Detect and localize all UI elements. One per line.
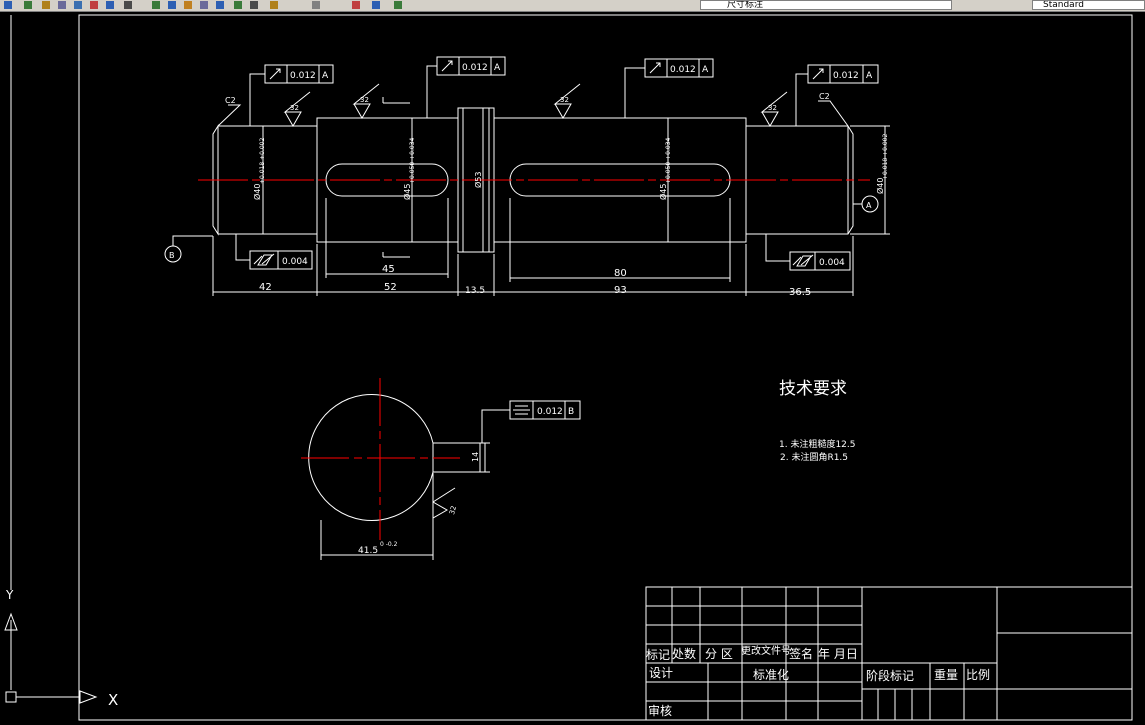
standard-toolbar: 尺寸标注 Standard bbox=[0, 0, 1145, 12]
dim-length: 42 bbox=[259, 282, 272, 293]
tolerance-datum: A bbox=[494, 63, 501, 73]
dim-length: 13.5 bbox=[465, 286, 485, 296]
dim-diameter: Ø40 bbox=[252, 184, 262, 200]
tolerance-value: 0.004 bbox=[819, 258, 845, 268]
dim-diameter: Ø53 bbox=[473, 172, 483, 188]
roughness-value: 32 bbox=[290, 104, 299, 112]
calculator-icon[interactable] bbox=[268, 0, 280, 10]
save-icon[interactable] bbox=[22, 0, 34, 10]
tolerance-frames bbox=[249, 56, 879, 420]
tb-header: 分 区 bbox=[705, 647, 733, 661]
roughness-value: 32 bbox=[360, 96, 369, 104]
tolerance-value: 0.012 bbox=[290, 71, 316, 81]
drawing-border bbox=[78, 14, 1133, 721]
tb-standardize: 标准化 bbox=[753, 668, 789, 682]
ucs-y-label: Y bbox=[5, 588, 14, 602]
sheet-set-icon[interactable] bbox=[232, 0, 244, 10]
dim-length: 52 bbox=[384, 282, 397, 293]
properties-icon[interactable] bbox=[182, 0, 194, 10]
tb-stage-mark: 阶段标记 bbox=[866, 668, 914, 683]
tool-palette-icon[interactable] bbox=[214, 0, 226, 10]
datum-label-a: A bbox=[866, 201, 872, 210]
tolerance-value: 0.004 bbox=[282, 257, 308, 267]
dim-length: 36.5 bbox=[789, 287, 811, 298]
tb-header: 标记 bbox=[646, 648, 670, 662]
tolerance-value: 0.012 bbox=[833, 71, 859, 81]
zoom-realtime-icon[interactable] bbox=[122, 0, 134, 10]
dim-section-tol: 0 -0.2 bbox=[380, 541, 398, 548]
dim-diameter: Ø45 bbox=[658, 184, 668, 200]
tb-review: 审核 bbox=[648, 703, 672, 718]
tb-header: 处数 bbox=[672, 646, 696, 661]
drawing-text: C2 C2 32 32 32 32 32 0.012 A 0.012 A 0.0… bbox=[5, 63, 990, 718]
ucs-x-label: X bbox=[108, 691, 118, 709]
tolerance-value: 0.012 bbox=[537, 407, 563, 417]
ucs-icon bbox=[4, 612, 98, 704]
dim-key-width: 14 bbox=[471, 452, 480, 462]
tb-header: 年 月日 bbox=[818, 647, 858, 661]
dimension-lines bbox=[212, 108, 890, 560]
tolerance-datum: A bbox=[866, 71, 873, 81]
tolerance-datum: A bbox=[322, 71, 329, 81]
dim-section-depth: 41.5 bbox=[358, 546, 378, 556]
paste-icon[interactable] bbox=[72, 0, 84, 10]
drawing-canvas[interactable]: C2 C2 32 32 32 32 32 0.012 A 0.012 A 0.0… bbox=[0, 12, 1145, 725]
chamfer-label-left: C2 bbox=[225, 96, 236, 105]
undo-icon[interactable] bbox=[2, 0, 14, 10]
datum-label-b: B bbox=[169, 251, 175, 260]
layer-manager-icon[interactable] bbox=[350, 0, 362, 10]
chamfer-label-right: C2 bbox=[819, 92, 830, 101]
tb-weight: 重量 bbox=[934, 668, 958, 682]
tech-req-item: 1. 未注粗糙度12.5 bbox=[779, 438, 856, 450]
view-arrows bbox=[382, 97, 410, 258]
tolerance-value: 0.012 bbox=[670, 65, 696, 75]
tech-req-title: 技术要求 bbox=[779, 379, 847, 399]
text-style-dropdown[interactable]: Standard bbox=[1032, 0, 1145, 10]
pan-icon[interactable] bbox=[104, 0, 116, 10]
dim-tolerance: +0.050 +0.034 bbox=[665, 138, 672, 184]
dim-length: 45 bbox=[382, 264, 395, 275]
match-properties-icon[interactable] bbox=[88, 0, 100, 10]
tech-req-item: 2. 未注圆角R1.5 bbox=[780, 451, 848, 463]
tolerance-datum: A bbox=[702, 65, 709, 75]
dim-diameter: Ø45 bbox=[402, 184, 412, 200]
design-center-icon[interactable] bbox=[198, 0, 210, 10]
drawing-lines bbox=[4, 14, 1133, 721]
tolerance-value: 0.012 bbox=[462, 63, 488, 73]
layer-dropdown[interactable]: 尺寸标注 bbox=[700, 0, 952, 10]
roughness-value: 32 bbox=[560, 96, 569, 104]
layer-state-icon[interactable] bbox=[370, 0, 382, 10]
cut-icon[interactable] bbox=[40, 0, 52, 10]
dim-length: 93 bbox=[614, 285, 627, 296]
roughness-value: 32 bbox=[768, 104, 777, 112]
tb-header: 更改文件号 bbox=[741, 644, 791, 657]
layer-dropdown-value: 尺寸标注 bbox=[727, 0, 764, 10]
tolerance-datum: B bbox=[568, 407, 574, 417]
tb-header: 签名 bbox=[789, 646, 813, 661]
zoom-previous-icon[interactable] bbox=[166, 0, 178, 10]
copy-icon[interactable] bbox=[56, 0, 68, 10]
roughness-value: 32 bbox=[448, 505, 458, 516]
zoom-window-icon[interactable] bbox=[150, 0, 162, 10]
roughness-symbols bbox=[283, 83, 788, 519]
layer-previous-icon[interactable] bbox=[392, 0, 404, 10]
tb-design: 设计 bbox=[649, 666, 673, 680]
markup-icon[interactable] bbox=[248, 0, 260, 10]
help-icon[interactable] bbox=[310, 0, 322, 10]
tb-scale: 比例 bbox=[966, 668, 990, 682]
text-style-value: Standard bbox=[1043, 0, 1084, 10]
dim-length: 80 bbox=[614, 268, 627, 279]
dim-tolerance: +0.018 +0.002 bbox=[259, 138, 266, 184]
dim-tolerance: +0.018 +0.002 bbox=[882, 134, 889, 180]
dim-tolerance: +0.050 +0.034 bbox=[409, 138, 416, 184]
